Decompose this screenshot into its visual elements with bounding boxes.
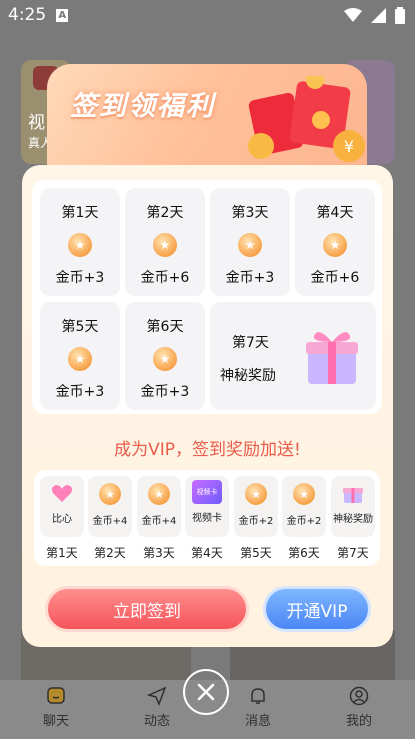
day-label: 第4天 bbox=[316, 205, 354, 221]
coin-icon: ★ bbox=[238, 233, 262, 257]
video-card-icon: 视频卡 bbox=[192, 480, 222, 504]
close-icon bbox=[197, 683, 215, 701]
coin-icon: ★ bbox=[68, 233, 92, 257]
day-reward: 金币+3 bbox=[55, 384, 105, 400]
day-reward: 金币+3 bbox=[55, 270, 105, 286]
close-popup-button[interactable] bbox=[183, 669, 229, 715]
signal-icon bbox=[371, 7, 386, 23]
status-bar: 4:25 A bbox=[0, 0, 415, 30]
sign-in-button[interactable]: 立即签到 bbox=[45, 586, 249, 632]
video-card-text: 视频卡 bbox=[196, 488, 218, 496]
coin-icon: ★ bbox=[153, 233, 177, 257]
day-label: 第5天 bbox=[61, 319, 99, 335]
coin-icon: ★ bbox=[245, 483, 267, 505]
tab-profile-label: 我的 bbox=[345, 714, 372, 729]
chat-icon bbox=[47, 687, 65, 704]
vip-day-label: 第4天 bbox=[191, 546, 223, 560]
checkin-day-4: 第4天 ★ 金币+6 bbox=[295, 188, 375, 296]
vip-reward-label: 比心 bbox=[52, 514, 72, 525]
vip-reward-5: ★ 金币+2 bbox=[234, 476, 278, 537]
vip-reward-7: 神秘奖励 bbox=[331, 476, 375, 537]
vip-reward-1: 比心 bbox=[40, 476, 84, 537]
profile-icon bbox=[349, 686, 369, 706]
vip-day-label: 第5天 bbox=[240, 546, 272, 560]
vip-promo-text: 成为VIP，签到奖励加送! bbox=[114, 440, 301, 460]
red-envelope-icon: ¥ bbox=[248, 76, 365, 162]
tab-messages[interactable]: 消息 bbox=[234, 680, 282, 739]
tab-profile[interactable]: 我的 bbox=[335, 680, 383, 739]
notification-icon: A bbox=[56, 8, 69, 22]
day-label: 第7天 bbox=[232, 335, 269, 351]
vip-reward-label: 视频卡 bbox=[192, 513, 222, 524]
vip-day-label: 第6天 bbox=[288, 546, 320, 560]
coin-icon: ★ bbox=[153, 347, 177, 371]
tab-moments-label: 动态 bbox=[143, 714, 170, 729]
svg-text:¥: ¥ bbox=[344, 137, 354, 156]
day-label: 第1天 bbox=[61, 205, 99, 221]
vip-reward-label: 金币+2 bbox=[238, 516, 274, 527]
checkin-day-6: 第6天 ★ 金币+3 bbox=[125, 302, 205, 410]
checkin-day-5: 第5天 ★ 金币+3 bbox=[40, 302, 120, 410]
coin-icon: ★ bbox=[99, 483, 121, 505]
vip-reward-label: 金币+4 bbox=[92, 516, 128, 527]
status-time: 4:25 bbox=[8, 5, 47, 25]
tab-moments[interactable]: 动态 bbox=[133, 680, 181, 739]
day-reward: 金币+3 bbox=[140, 384, 190, 400]
coin-icon: ★ bbox=[323, 233, 347, 257]
popup-title: 签到领福利 bbox=[70, 91, 215, 122]
tab-chat[interactable]: 聊天 bbox=[32, 680, 80, 739]
day-reward: 金币+6 bbox=[140, 270, 190, 286]
battery-icon bbox=[395, 6, 405, 24]
checkin-day-3: 第3天 ★ 金币+3 bbox=[210, 188, 290, 296]
day-reward: 金币+6 bbox=[310, 270, 360, 286]
vip-reward-6: ★ 金币+2 bbox=[282, 476, 326, 537]
vip-reward-label: 金币+4 bbox=[141, 516, 177, 527]
gift-icon bbox=[343, 488, 363, 503]
vip-reward-label: 神秘奖励 bbox=[333, 514, 373, 525]
vip-reward-label: 金币+2 bbox=[286, 516, 322, 527]
gift-icon bbox=[306, 332, 358, 384]
day-label: 第2天 bbox=[146, 205, 184, 221]
heart-hand-icon bbox=[52, 485, 72, 502]
day-label: 第3天 bbox=[231, 205, 269, 221]
bell-icon bbox=[251, 688, 265, 704]
wifi-icon bbox=[344, 8, 362, 22]
coin-icon: ★ bbox=[148, 483, 170, 505]
day-reward: 金币+3 bbox=[225, 270, 275, 286]
tab-messages-label: 消息 bbox=[244, 714, 271, 729]
coin-icon: ★ bbox=[293, 483, 315, 505]
coin-icon: ★ bbox=[68, 347, 92, 371]
open-vip-button[interactable]: 开通VIP bbox=[263, 586, 371, 632]
vip-reward-2: ★ 金币+4 bbox=[88, 476, 132, 537]
send-icon bbox=[147, 686, 167, 706]
checkin-day-2: 第2天 ★ 金币+6 bbox=[125, 188, 205, 296]
vip-day-label: 第2天 bbox=[94, 546, 126, 560]
vip-day-label: 第7天 bbox=[337, 546, 369, 560]
checkin-day-1: 第1天 ★ 金币+3 bbox=[40, 188, 120, 296]
day-reward: 神秘奖励 bbox=[220, 368, 276, 384]
tab-chat-label: 聊天 bbox=[42, 714, 69, 729]
vip-day-label: 第3天 bbox=[143, 546, 175, 560]
vip-reward-3: ★ 金币+4 bbox=[137, 476, 181, 537]
background-card-text: 视 bbox=[28, 113, 45, 133]
checkin-day-7: 第7天 神秘奖励 bbox=[210, 302, 376, 410]
day-label: 第6天 bbox=[146, 319, 184, 335]
vip-reward-4: 视频卡 视频卡 bbox=[185, 476, 229, 537]
status-icons bbox=[344, 6, 405, 24]
vip-day-label: 第1天 bbox=[46, 546, 78, 560]
